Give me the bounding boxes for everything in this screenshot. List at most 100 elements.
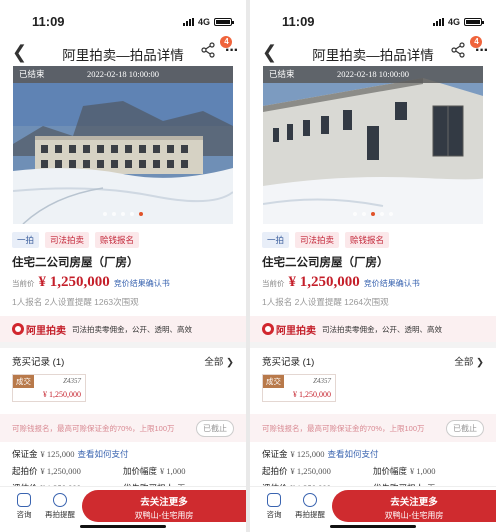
start-price-label: 起拍价 [262, 466, 288, 476]
bottom-action-bar: 咨询 再拍提醒 去关注更多 双鸭山-住宅用房 [0, 486, 246, 532]
notice-text: 可赊钱报名，最高可赊保证金的70%，上限100万 [12, 423, 175, 433]
follow-more-button[interactable]: 去关注更多 双鸭山-住宅用房 [332, 490, 496, 522]
increment-value: ¥ 1,000 [410, 466, 436, 476]
brand-slogan: 司法拍卖零佣金，公开、透明、高效 [72, 324, 192, 334]
bid-records-title: 竞买记录 (1) [12, 357, 65, 368]
share-icon[interactable] [450, 42, 466, 58]
start-price-label: 起拍价 [12, 466, 38, 476]
start-price-value: ¥ 1,250,000 [40, 466, 81, 476]
notice-text: 可赊钱报名，最高可赊保证金的70%，上限100万 [262, 423, 425, 433]
notification-badge: 4 [220, 36, 232, 48]
tag-list: 一拍 司法拍卖 赊钱报名 [12, 232, 234, 248]
carousel-dot[interactable] [353, 212, 357, 216]
increment-value: ¥ 1,000 [160, 466, 186, 476]
consult-button[interactable]: 咨询 [4, 493, 44, 520]
param-row: 保证金 ¥ 125,000 查看如何支付 [12, 448, 234, 460]
status-bar: 11:09 4G [250, 0, 496, 38]
clock: 11:09 [32, 14, 65, 29]
bid-records-title: 竞买记录 (1) [262, 357, 315, 368]
carousel-dots[interactable] [13, 212, 233, 216]
photo-gallery[interactable]: 已结束 2022-02-18 10:00:00 [263, 66, 483, 224]
bidder-code: Z4357 [313, 377, 331, 385]
carousel-dot[interactable] [103, 212, 107, 216]
battery-icon [214, 18, 234, 26]
param-row: 起拍价 ¥ 1,250,000 加价幅度 ¥ 1,000 [262, 465, 484, 477]
carousel-dot[interactable] [130, 212, 134, 216]
carousel-dot[interactable] [112, 212, 116, 216]
closed-button[interactable]: 已截止 [196, 419, 234, 437]
carousel-dot[interactable] [362, 212, 366, 216]
alarm-clock-icon [53, 493, 67, 507]
carousel-dot[interactable] [389, 212, 393, 216]
deposit-value: ¥ 125,000 [290, 449, 325, 459]
end-date: 2022-02-18 10:00:00 [86, 69, 159, 79]
brand-bar: 阿里拍卖 司法拍卖零佣金，公开、透明、高效 [0, 316, 246, 342]
signal-icon [182, 18, 194, 26]
deal-badge: 成交 [263, 375, 284, 388]
brand-logo-icon [262, 323, 274, 335]
bottom-action-bar: 咨询 再拍提醒 去关注更多 双鸭山-住宅用房 [250, 486, 496, 532]
auction-detail-screen-left: 11:09 4G ❮ 阿里拍卖—拍品详情 ··· 4 已结束 2022-02-1… [0, 0, 246, 532]
building-photo [13, 66, 233, 224]
deposit-label: 保证金 [12, 449, 38, 459]
auction-detail-screen-right: 11:09 4G ❮ 阿里拍卖—拍品详情 ··· 4 已结束 2022-02-1… [250, 0, 496, 532]
deposit-label: 保证金 [262, 449, 288, 459]
more-menu-icon[interactable]: ··· 4 [220, 36, 239, 60]
bid-records: 竞买记录 (1) 全部 ❯ 成交 Z4357 ¥ 1,250,000 [250, 348, 496, 406]
remind-button[interactable]: 再拍提醒 [290, 493, 330, 520]
remind-button[interactable]: 再拍提醒 [40, 493, 80, 520]
closed-button[interactable]: 已截止 [446, 419, 484, 437]
notification-badge: 4 [470, 36, 482, 48]
home-indicator [80, 525, 166, 528]
nav-bar: ❮ 阿里拍卖—拍品详情 ··· 4 [0, 36, 246, 66]
chat-icon [267, 493, 281, 507]
increment-label: 加价幅度 [373, 466, 408, 476]
credit-register-notice: 可赊钱报名，最高可赊保证金的70%，上限100万 已截止 [250, 414, 496, 442]
result-confirmation-link[interactable]: 竞价结果确认书 [114, 278, 170, 289]
view-all-records-link[interactable]: 全部 ❯ [454, 354, 484, 368]
cta-title: 去关注更多 [390, 497, 438, 508]
chat-icon [17, 493, 31, 507]
price-label: 当前价 [12, 279, 35, 288]
carousel-dot[interactable] [139, 212, 143, 216]
share-icon[interactable] [200, 42, 216, 58]
cta-subtitle: 双鸭山-住宅用房 [134, 511, 194, 520]
how-to-pay-link[interactable]: 查看如何支付 [78, 448, 129, 460]
param-row: 起拍价 ¥ 1,250,000 加价幅度 ¥ 1,000 [12, 465, 234, 477]
consult-button[interactable]: 咨询 [254, 493, 294, 520]
follow-more-button[interactable]: 去关注更多 双鸭山-住宅用房 [82, 490, 246, 522]
photo-gallery[interactable]: 已结束 2022-02-18 10:00:00 [13, 66, 233, 224]
credit-register-notice: 可赊钱报名，最高可赊保证金的70%，上限100万 已截止 [0, 414, 246, 442]
increment-label: 加价幅度 [123, 466, 158, 476]
how-to-pay-link[interactable]: 查看如何支付 [328, 448, 379, 460]
tag-credit-register: 赊钱报名 [95, 232, 140, 248]
tag-round: 一拍 [262, 232, 290, 248]
bid-record-card[interactable]: 成交 Z4357 ¥ 1,250,000 [262, 374, 336, 402]
nav-bar: ❮ 阿里拍卖—拍品详情 ··· 4 [250, 36, 496, 66]
signal-icon [432, 18, 444, 26]
tag-judicial: 司法拍卖 [45, 232, 90, 248]
carousel-dot[interactable] [371, 212, 375, 216]
brand-slogan: 司法拍卖零佣金，公开、透明、高效 [322, 324, 442, 334]
bid-amount: ¥ 1,250,000 [293, 390, 331, 399]
carousel-dot[interactable] [380, 212, 384, 216]
auction-stats: 1人报名 2人设置提醒 1263次围观 [12, 297, 139, 307]
item-title: 住宅二公司房屋（厂房） [262, 257, 389, 269]
price-line: 当前价 ¥ 1,250,000 竞价结果确认书 [262, 274, 484, 291]
network-label: 4G [197, 17, 210, 27]
price-line: 当前价 ¥ 1,250,000 竞价结果确认书 [12, 274, 234, 291]
more-menu-icon[interactable]: ··· 4 [470, 36, 489, 60]
building-closeup-photo [263, 66, 483, 224]
network-label: 4G [447, 17, 460, 27]
current-price: ¥ 1,250,000 [288, 274, 360, 290]
param-row: 保证金 ¥ 125,000 查看如何支付 [262, 448, 484, 460]
tag-list: 一拍 司法拍卖 赊钱报名 [262, 232, 484, 248]
tag-judicial: 司法拍卖 [295, 232, 340, 248]
result-confirmation-link[interactable]: 竞价结果确认书 [364, 278, 420, 289]
tag-credit-register: 赊钱报名 [345, 232, 390, 248]
brand-logo-icon [12, 323, 24, 335]
view-all-records-link[interactable]: 全部 ❯ [204, 354, 234, 368]
carousel-dots[interactable] [263, 212, 483, 216]
bid-record-card[interactable]: 成交 Z4357 ¥ 1,250,000 [12, 374, 86, 402]
carousel-dot[interactable] [121, 212, 125, 216]
